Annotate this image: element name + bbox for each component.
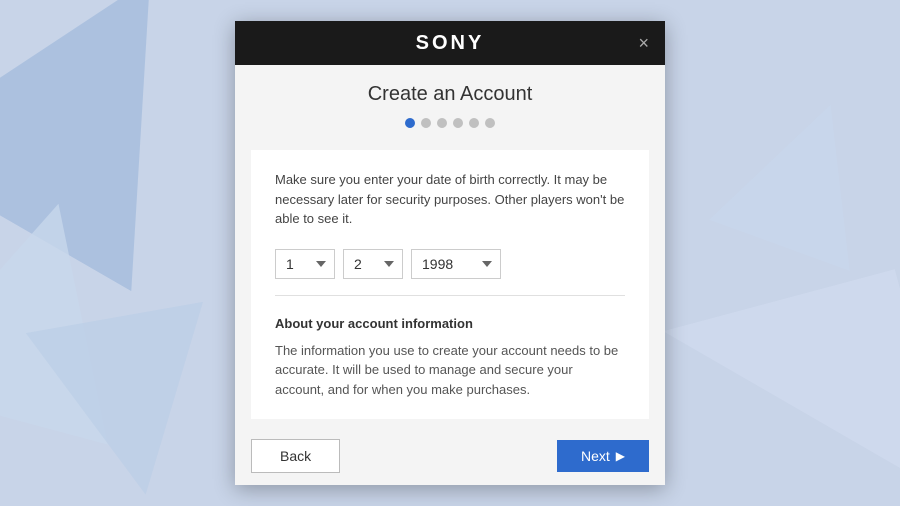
step-dot-6 (485, 118, 495, 128)
account-info-section: About your account information The infor… (275, 316, 625, 400)
close-button[interactable]: × (638, 34, 649, 52)
modal-content: Make sure you enter your date of birth c… (251, 150, 649, 419)
modal-header: SONY × (235, 21, 665, 65)
next-button[interactable]: Next ▶ (557, 440, 649, 472)
step-indicators (255, 118, 645, 128)
year-select[interactable]: 1990 1991 1992 1993 1994 1995 1996 1997 … (411, 249, 501, 279)
step-dot-3 (437, 118, 447, 128)
account-info-text: The information you use to create your a… (275, 341, 625, 400)
date-row: 1 2 3 4 5 6 7 8 9 10 11 12 13 14 15 16 1… (275, 249, 625, 296)
title-area: Create an Account (235, 65, 665, 142)
step-dot-5 (469, 118, 479, 128)
dob-info-text: Make sure you enter your date of birth c… (275, 170, 625, 229)
day-select[interactable]: 1 2 3 4 5 6 7 8 9 10 11 12 13 14 15 16 1… (275, 249, 335, 279)
back-button[interactable]: Back (251, 439, 340, 473)
account-info-title: About your account information (275, 316, 625, 331)
modal-footer: Back Next ▶ (235, 427, 665, 485)
step-dot-1 (405, 118, 415, 128)
page-title: Create an Account (255, 83, 645, 106)
step-dot-2 (421, 118, 431, 128)
step-dot-4 (453, 118, 463, 128)
next-label: Next (581, 448, 610, 464)
modal-dialog: SONY × Create an Account Make sure you e… (235, 21, 665, 485)
sony-logo: SONY (416, 32, 485, 55)
month-select[interactable]: 1 2 3 4 5 6 7 8 9 10 11 12 (343, 249, 403, 279)
next-chevron-icon: ▶ (616, 449, 625, 463)
